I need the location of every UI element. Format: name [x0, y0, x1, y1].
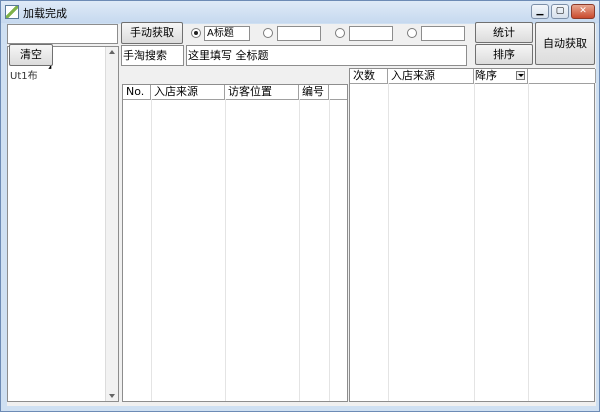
left-list-scrollbar[interactable] — [105, 47, 118, 401]
sort-order-select[interactable]: 降序 — [474, 69, 528, 83]
header-divider — [123, 99, 347, 100]
source-input[interactable]: 手淘搜索 — [121, 45, 184, 66]
column-header-extra[interactable] — [528, 69, 596, 83]
scroll-up-icon[interactable] — [109, 50, 115, 54]
grid-line — [299, 99, 300, 401]
radio-label-input-4[interactable] — [421, 26, 465, 41]
minimize-button[interactable]: ▁ — [531, 4, 549, 19]
sort-order-value: 降序 — [475, 69, 497, 82]
clear-button[interactable]: 清空 — [9, 44, 53, 66]
maximize-button[interactable]: ▢ — [551, 4, 569, 19]
radio-label-input-2[interactable] — [277, 26, 321, 41]
client-area: 】 Ut1布 清空 手动获取 A标题 统计 排序 自动获取 手淘搜索 这里填写 … — [7, 22, 596, 406]
column-header-source[interactable]: 入店来源 — [151, 85, 225, 99]
url-input[interactable] — [7, 24, 118, 44]
radio-title-a[interactable] — [191, 28, 201, 38]
column-header-no[interactable]: No. — [123, 85, 151, 99]
auto-fetch-button[interactable]: 自动获取 — [535, 22, 595, 65]
column-header-id[interactable]: 编号 — [299, 85, 329, 99]
column-header-location[interactable]: 访客位置 — [225, 85, 299, 99]
column-header-source[interactable]: 入店来源 — [388, 69, 474, 83]
title-input[interactable]: 这里填写 全标题 — [186, 45, 467, 66]
list-item: Ut1布 — [10, 71, 38, 82]
radio-label-input-1[interactable]: A标题 — [204, 26, 250, 41]
grid-line — [528, 83, 529, 401]
scroll-down-icon[interactable] — [109, 394, 115, 398]
radio-option-2[interactable] — [263, 28, 273, 38]
left-list[interactable]: 】 Ut1布 — [7, 46, 119, 402]
radio-option-4[interactable] — [407, 28, 417, 38]
sort-button[interactable]: 排序 — [475, 44, 533, 65]
title-bar: 加载完成 ▁ ▢ ✕ — [1, 1, 599, 23]
left-table[interactable]: No. 入店来源 访客位置 编号 — [122, 84, 348, 402]
radio-option-3[interactable] — [335, 28, 345, 38]
grid-line — [225, 99, 226, 401]
dropdown-arrow-icon[interactable] — [516, 71, 525, 80]
grid-line — [151, 99, 152, 401]
grid-line — [474, 83, 475, 401]
manual-fetch-button[interactable]: 手动获取 — [121, 22, 183, 44]
radio-label-input-3[interactable] — [349, 26, 393, 41]
right-table[interactable]: 次数 入店来源 降序 — [349, 68, 596, 402]
grid-line — [329, 99, 330, 401]
close-button[interactable]: ✕ — [571, 4, 595, 19]
app-window: 加载完成 ▁ ▢ ✕ 】 Ut1布 清空 手动获取 A标题 统计 排序 自动获取… — [0, 0, 600, 412]
window-title: 加载完成 — [23, 7, 67, 20]
stats-button[interactable]: 统计 — [475, 22, 533, 43]
grid-line — [388, 83, 389, 401]
column-header-count[interactable]: 次数 — [350, 69, 388, 83]
header-divider — [350, 83, 594, 84]
app-icon — [5, 5, 19, 19]
